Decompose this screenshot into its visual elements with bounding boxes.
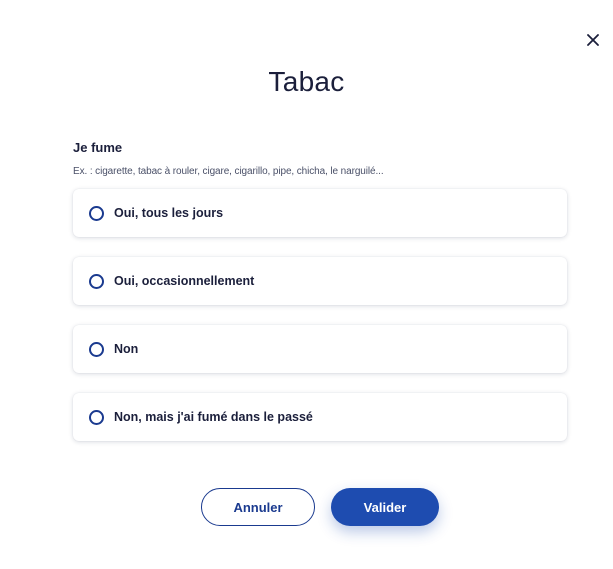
cancel-button[interactable]: Annuler xyxy=(201,488,315,526)
close-button[interactable] xyxy=(583,30,603,50)
radio-icon[interactable] xyxy=(89,273,104,289)
question-hint: Ex. : cigarette, tabac à rouler, cigare,… xyxy=(73,166,384,177)
option-label: Non, mais j'ai fumé dans le passé xyxy=(114,410,313,424)
validate-button[interactable]: Valider xyxy=(331,488,439,526)
option-daily[interactable]: Oui, tous les jours xyxy=(73,189,567,237)
option-no[interactable]: Non xyxy=(73,325,567,373)
option-label: Oui, tous les jours xyxy=(114,206,224,220)
question-label: Je fume xyxy=(73,140,123,155)
modal-title: Tabac xyxy=(268,66,345,97)
radio-icon[interactable] xyxy=(89,341,104,357)
option-label: Oui, occasionnellement xyxy=(114,274,255,288)
option-former-smoker[interactable]: Non, mais j'ai fumé dans le passé xyxy=(73,393,567,441)
option-label: Non xyxy=(114,342,139,356)
options-list: Oui, tous les jours Oui, occasionnelleme… xyxy=(73,189,567,461)
option-occasionally[interactable]: Oui, occasionnellement xyxy=(73,257,567,305)
close-icon xyxy=(587,34,599,46)
radio-icon[interactable] xyxy=(89,409,104,425)
radio-icon[interactable] xyxy=(89,205,104,221)
